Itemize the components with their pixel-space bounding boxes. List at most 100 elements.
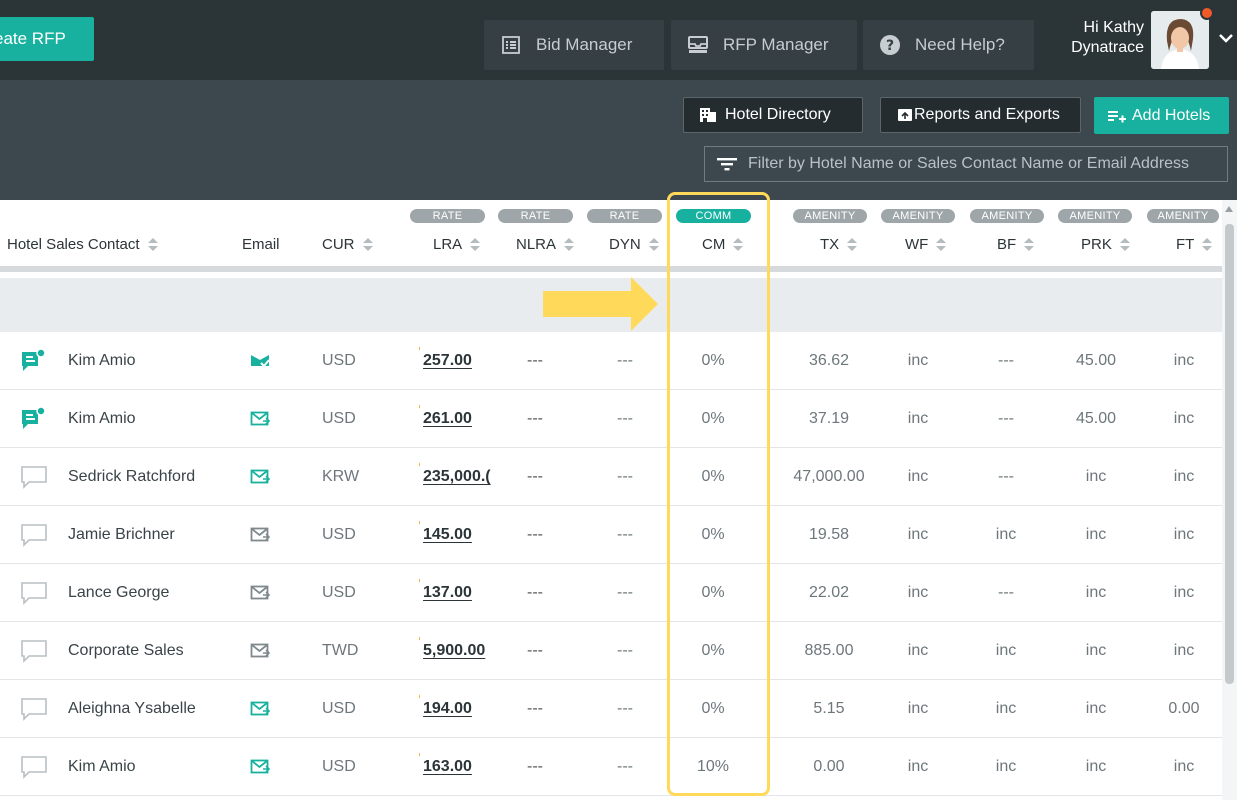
question-circle-icon: ? (879, 34, 901, 56)
rate-marker-dot (419, 578, 420, 583)
table-row[interactable]: Sedrick Ratchford 235,000.(KRW --- --- 0% 47,… (0, 448, 1222, 506)
filter-input[interactable]: Filter by Hotel Name or Sales Contact Na… (704, 146, 1228, 182)
lra-rate-link-cell[interactable]: 137.00 (419, 564, 491, 622)
chat-active-icon[interactable] (20, 390, 46, 448)
email-icon[interactable] (250, 680, 270, 738)
chevron-down-icon[interactable] (1216, 28, 1236, 48)
email-icon[interactable] (250, 332, 270, 390)
cell-wf: inc (907, 410, 929, 427)
chat-active-icon[interactable] (20, 332, 46, 390)
column-header-ft[interactable]: FT (1176, 236, 1213, 253)
lra-rate-link[interactable]: 257.00 (423, 352, 472, 369)
table-row[interactable]: Lance George 137.00 USD --- --- 0% 22.02 inc ---… (0, 564, 1222, 622)
email-icon[interactable] (250, 564, 270, 622)
lra-rate-link-cell[interactable]: 163.00 (419, 738, 491, 796)
column-header-prk[interactable]: PRK (1081, 236, 1130, 253)
column-header-nlra[interactable]: NLRA (516, 236, 575, 253)
need-help-button[interactable]: ? Need Help? (863, 20, 1034, 70)
lra-rate-link[interactable]: 5,900.00 (423, 642, 485, 659)
rfp-manager-button[interactable]: RFP Manager (671, 20, 857, 70)
lra-rate-link-cell[interactable]: 261.00 (419, 390, 491, 448)
scroll-up-icon[interactable] (1225, 206, 1233, 212)
create-rfp-button[interactable]: eate RFP (0, 17, 94, 61)
chat-icon[interactable] (20, 738, 48, 796)
sort-icon[interactable] (470, 237, 481, 252)
table-row[interactable]: Corporate Sales 5,900.00 TWD --- --- 0% 885.00… (0, 622, 1222, 680)
column-header-contact[interactable]: Hotel Sales Contact (7, 236, 158, 253)
avatar[interactable] (1151, 11, 1209, 69)
table-row[interactable]: Jamie Brichner 145.00 USD --- --- 0% 19.58 inc i… (0, 506, 1222, 564)
table-row[interactable]: Kim Amio 257.00 USD --- --- 0% 36.62 inc --- 45.0… (0, 332, 1222, 390)
sort-icon[interactable] (648, 237, 659, 252)
sort-icon[interactable] (936, 237, 947, 252)
cell-cur: USD (322, 410, 356, 427)
column-header-cm[interactable]: CM (702, 236, 744, 253)
sort-icon[interactable] (564, 237, 575, 252)
lra-rate-link-cell[interactable]: 5,900.00 (419, 622, 491, 680)
chat-icon[interactable] (20, 622, 48, 680)
user-greeting[interactable]: Hi Kathy Dynatrace (1040, 18, 1144, 58)
email-icon[interactable] (250, 448, 270, 506)
sort-icon[interactable] (1024, 237, 1035, 252)
top-nav: eate RFP Bid Manager RFP Manager ? Need … (0, 0, 1237, 80)
reports-exports-button[interactable]: Reports and Exports (880, 97, 1081, 133)
filter-placeholder: Filter by Hotel Name or Sales Contact Na… (748, 155, 1190, 172)
bid-manager-button[interactable]: Bid Manager (484, 20, 664, 70)
cell-cm: 0% (701, 468, 725, 485)
group-label-amenity: AMENITY (970, 209, 1044, 223)
column-header-dyn[interactable]: DYN (609, 236, 659, 253)
lra-rate-link[interactable]: 194.00 (423, 700, 472, 717)
create-rfp-label: eate RFP (0, 29, 66, 48)
cell-ft: inc (1173, 468, 1195, 485)
filter-icon (717, 156, 737, 172)
cell-cm: 0% (701, 642, 725, 659)
email-icon[interactable] (250, 390, 270, 448)
lra-rate-link-cell[interactable]: 235,000.( (419, 448, 491, 506)
table-row[interactable]: Kim Amio 261.00 USD --- --- 0% 37.19 inc --- 45.0… (0, 390, 1222, 448)
chat-icon[interactable] (20, 564, 48, 622)
svg-text:?: ? (886, 38, 894, 54)
cell-tx: 0.00 (813, 758, 845, 775)
lra-rate-link[interactable]: 163.00 (423, 758, 472, 775)
column-label: TX (820, 236, 840, 253)
sort-icon[interactable] (1119, 237, 1130, 252)
email-icon[interactable] (250, 622, 270, 680)
sort-icon[interactable] (147, 237, 158, 252)
sort-icon[interactable] (733, 237, 744, 252)
sort-icon[interactable] (847, 237, 858, 252)
vertical-scrollbar[interactable] (1222, 200, 1237, 800)
lra-rate-link[interactable]: 145.00 (423, 526, 472, 543)
lra-rate-link[interactable]: 137.00 (423, 584, 472, 601)
cell-nlra: --- (527, 758, 543, 775)
chat-icon[interactable] (20, 448, 48, 506)
lra-rate-link-cell[interactable]: 145.00 (419, 506, 491, 564)
cell-bf: inc (995, 526, 1017, 543)
column-header-cur[interactable]: CUR (322, 236, 373, 253)
sort-icon[interactable] (1202, 237, 1213, 252)
column-header-lra[interactable]: LRA (433, 236, 481, 253)
cell-dyn: --- (617, 410, 633, 427)
cell-bf: inc (995, 642, 1017, 659)
hotel-directory-button[interactable]: Hotel Directory (683, 97, 863, 133)
column-header-tx[interactable]: TX (820, 236, 858, 253)
email-icon[interactable] (250, 506, 270, 564)
cell-prk: 45.00 (1075, 410, 1117, 427)
column-header-wf[interactable]: WF (905, 236, 947, 253)
lra-rate-link[interactable]: 261.00 (423, 410, 472, 427)
add-hotels-button[interactable]: Add Hotels (1094, 97, 1229, 134)
cell-ft: inc (1173, 584, 1195, 601)
sort-icon[interactable] (362, 237, 373, 252)
chat-icon[interactable] (20, 680, 48, 738)
table-row[interactable]: Kim Amio 163.00 USD --- --- 10% 0.00 inc inc inc i… (0, 738, 1222, 796)
cell-nlra: --- (527, 526, 543, 543)
cell-dyn: --- (617, 642, 633, 659)
lra-rate-link-cell[interactable]: 194.00 (419, 680, 491, 738)
scrollbar-thumb[interactable] (1225, 224, 1234, 684)
chat-icon[interactable] (20, 506, 48, 564)
lra-rate-link-cell[interactable]: 257.00 (419, 332, 491, 390)
rate-marker-dot (419, 404, 420, 409)
column-header-bf[interactable]: BF (997, 236, 1035, 253)
email-icon[interactable] (250, 738, 270, 796)
table-row[interactable]: Aleighna Ysabelle 194.00 USD --- --- 0% 5.15 in… (0, 680, 1222, 738)
lra-rate-link[interactable]: 235,000.( (423, 468, 491, 485)
